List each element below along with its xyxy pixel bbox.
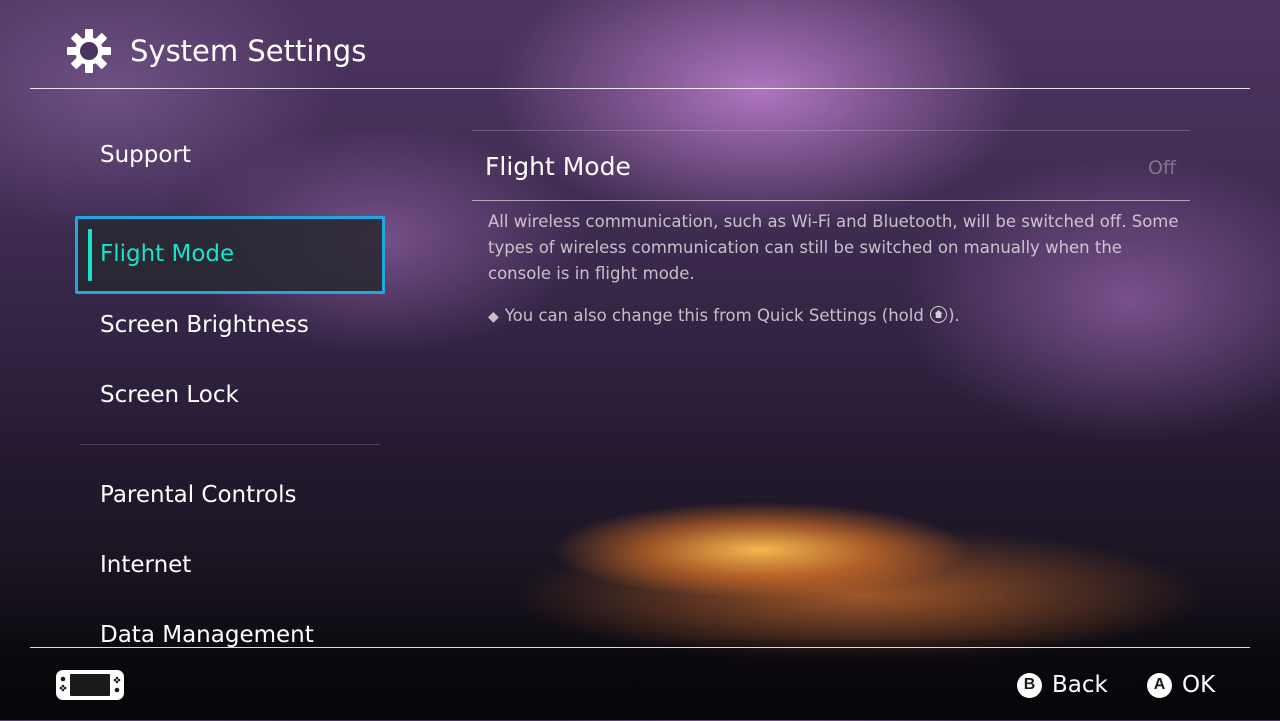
back-button[interactable]: B Back [1017, 670, 1108, 700]
flight-mode-setting-row[interactable]: Flight Mode Off [472, 131, 1190, 201]
sidebar-item-screen-lock[interactable]: Screen Lock [100, 380, 239, 410]
setting-description: All wireless communication, such as Wi-F… [488, 212, 1179, 283]
page-title: System Settings [130, 34, 367, 68]
back-button-label: Back [1052, 672, 1108, 698]
hint-text: You can also change this from Quick Sett… [504, 306, 930, 325]
footer-bar: B Back A OK [30, 647, 1250, 721]
ok-button[interactable]: A OK [1147, 670, 1215, 700]
ok-button-label: OK [1182, 672, 1216, 698]
sidebar-item-data-management[interactable]: Data Management [100, 620, 314, 648]
detail-divider-bottom [472, 200, 1190, 201]
sidebar-item-support[interactable]: Support [100, 140, 191, 170]
page-header: System Settings [30, 0, 1250, 89]
home-button-icon [930, 306, 948, 323]
b-button-icon: B [1017, 672, 1042, 698]
console-icon [56, 670, 124, 700]
setting-value: Off [1147, 157, 1176, 179]
sidebar-divider [80, 444, 380, 445]
diamond-bullet-icon: ◆ [488, 309, 499, 325]
sidebar-item-screen-brightness[interactable]: Screen Brightness [100, 310, 309, 340]
sidebar-item-parental-controls[interactable]: Parental Controls [100, 480, 297, 510]
sidebar-item-flight-mode-label: Flight Mode [100, 241, 235, 267]
sidebar-item-internet[interactable]: Internet [100, 550, 191, 580]
selection-indicator [88, 229, 92, 281]
a-button-icon: A [1147, 672, 1172, 698]
hint-suffix: ). [948, 306, 960, 325]
setting-label: Flight Mode [485, 152, 631, 181]
gear-icon [67, 29, 111, 73]
setting-hint: ◆ You can also change this from Quick Set… [488, 303, 1188, 330]
sidebar-menu: Support Flight Mode Screen Brightness Sc… [75, 120, 385, 648]
